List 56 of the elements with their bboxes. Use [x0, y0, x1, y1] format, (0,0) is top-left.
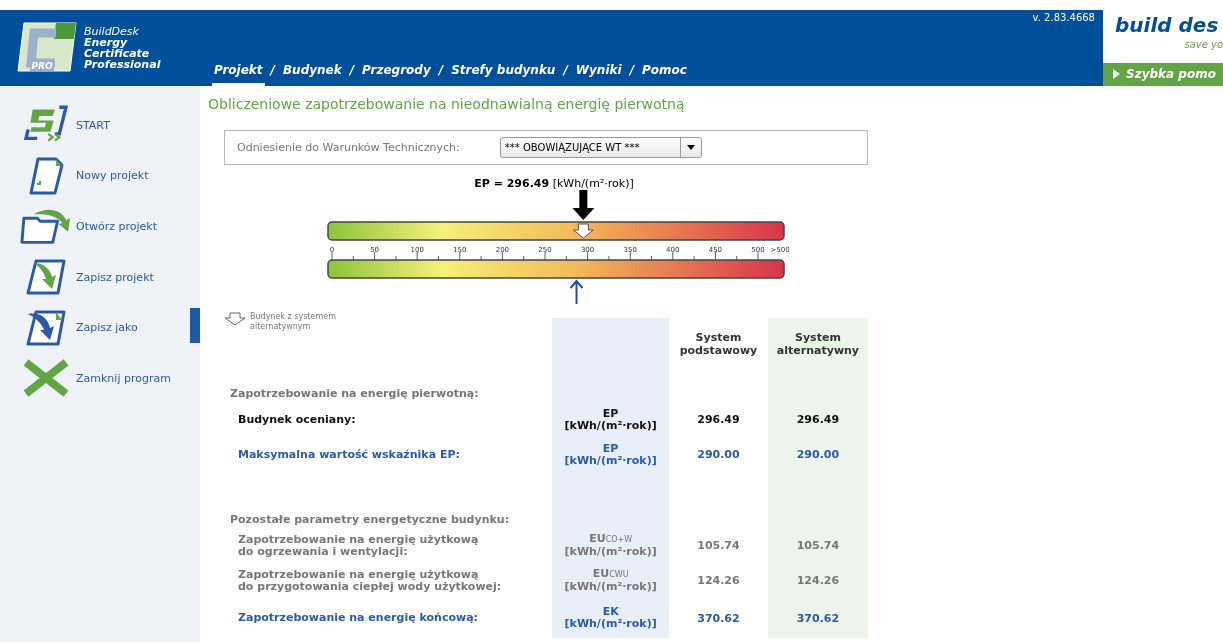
value-cell: 296.49 — [697, 413, 740, 426]
row-label: Budynek oceniany: — [238, 412, 356, 426]
nav-tab[interactable]: Wyniki — [573, 59, 624, 86]
app-name: Certificate — [84, 48, 151, 59]
row-label: Zapotrzebowanie na energię użytkową do ogrzewania i wentylacji: — [238, 532, 479, 558]
marker-arrow-icon — [572, 223, 594, 239]
ep-caption: EP = 296.49 [kWh/(m²·rok)] — [474, 177, 634, 190]
field-label: Odniesienie do Warunków Technicznych: — [237, 141, 460, 154]
sidebar-item[interactable]: START — [20, 100, 110, 151]
nav-separator: / — [349, 62, 355, 79]
sidebar-item[interactable]: Zamknij program — [20, 352, 171, 404]
legend-text: Budynek z systemem alternatywnym — [250, 312, 336, 332]
app-name: Energy — [84, 37, 129, 48]
row-label: Zapotrzebowanie na energię końcową: — [238, 611, 478, 624]
panel-handle[interactable] — [190, 308, 200, 343]
brand-tagline: save yo — [1184, 38, 1223, 52]
nav-tab[interactable]: Budynek — [280, 59, 344, 86]
app-name: BuildDesk — [84, 26, 140, 37]
sidebar-item[interactable]: Otwórz projekt — [20, 201, 157, 252]
value-cell: 290.00 — [796, 448, 840, 461]
version-label: v. 2.83.4668 — [1032, 11, 1096, 23]
sidebar-item[interactable]: Nowy projekt — [20, 150, 149, 202]
unit-cell-text: EK [kWh/(m²·rok)] — [563, 606, 658, 630]
hollow-arrow-icon — [224, 312, 246, 326]
value-cell: 370.62 — [697, 611, 740, 625]
sidebar-item[interactable]: Zapisz projekt — [20, 251, 154, 303]
nav-tab[interactable]: Projekt — [212, 59, 265, 86]
caret-icon — [686, 145, 695, 150]
section-heading: Zapotrzebowanie na energię pierwotną: — [224, 370, 553, 402]
column-header: System podstawowy — [679, 331, 758, 357]
nav-separator: / — [270, 62, 275, 79]
sidebar-item[interactable]: Zapisz jako — [20, 302, 138, 353]
value-cell: 124.26 — [796, 574, 840, 587]
value-cell: 290.00 — [697, 448, 740, 461]
row-label: Maksymalna wartość wskaźnika EP: — [238, 447, 460, 461]
section-heading: Pozostałe parametry energetyczne budynku: — [224, 496, 553, 528]
nav-separator: / — [629, 62, 634, 79]
reference-dropdown[interactable]: *** OBOWIĄZUJĄCE WT *** — [499, 137, 702, 158]
value-cell: 370.62 — [796, 611, 840, 625]
unit-cell-text: EP [kWh/(m²·rok)] — [563, 407, 658, 432]
value-cell: 296.49 — [796, 413, 840, 426]
page-title: Obliczeniowe zapotrzebowanie na nieodnawialną energię pierwotną — [208, 96, 686, 112]
nav-separator: / — [563, 62, 568, 79]
value-cell: 105.74 — [697, 539, 740, 552]
row-label: Zapotrzebowanie na energię użytkową do przygotowania ciepłej wody użytkowej: — [238, 567, 502, 593]
unit-cell-text: EP [kWh/(m²·rok)] — [563, 442, 658, 467]
nav-tab[interactable]: Pomoc — [640, 59, 689, 86]
column-header: System alternatywny — [776, 331, 860, 357]
value-cell: 105.74 — [796, 539, 840, 552]
nav-tab[interactable]: Strefy budynku — [449, 59, 558, 86]
nav-separator: / — [438, 62, 444, 79]
value-cell: 124.26 — [697, 574, 740, 587]
app-name: Professional — [84, 59, 161, 70]
play-icon — [1113, 69, 1120, 79]
nav-tab[interactable]: Przegrody — [360, 59, 433, 86]
brand-logo: build des — [1114, 12, 1220, 37]
